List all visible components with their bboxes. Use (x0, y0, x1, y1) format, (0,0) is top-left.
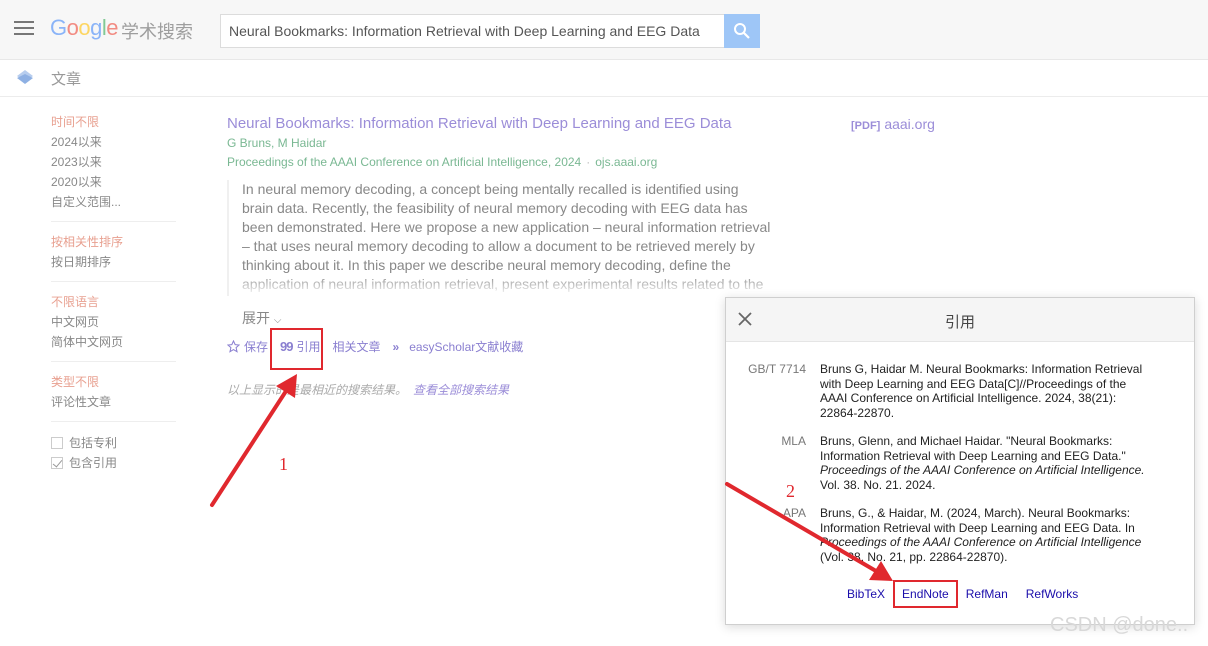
arrow-2 (725, 482, 878, 573)
arrow-1-head (276, 374, 297, 398)
arrow-1 (210, 386, 290, 507)
annotation-arrows (210, 374, 893, 581)
step-2-label: 2 (786, 481, 795, 501)
watermark: CSDN @done.. (1050, 614, 1189, 636)
step-1-label: 1 (279, 454, 288, 474)
